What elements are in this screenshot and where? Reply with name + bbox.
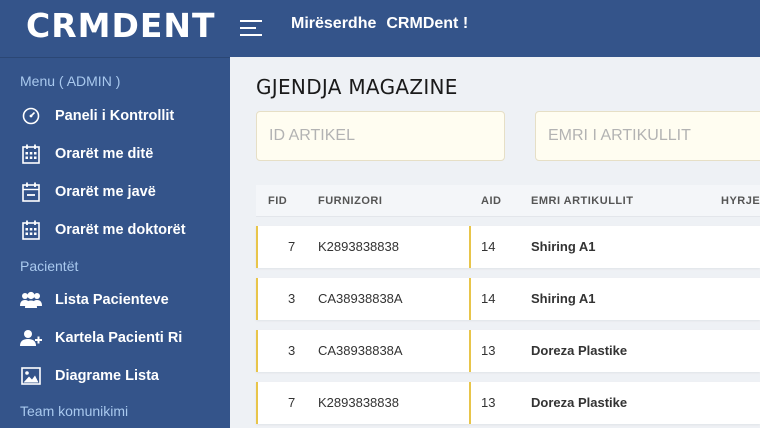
greeting-brand: CRMDent ! <box>386 15 469 32</box>
sidebar-item-patient-list[interactable]: Lista Pacienteve <box>0 282 230 318</box>
image-icon <box>20 365 42 387</box>
cell-aid: 14 <box>481 239 496 254</box>
user-plus-icon <box>20 327 42 349</box>
dashboard-icon <box>20 105 42 127</box>
sidebar-item-label: Kartela Pacienti Ri <box>55 330 183 346</box>
column-header-aid[interactable]: AID <box>481 195 501 207</box>
cell-aid: 14 <box>481 291 496 306</box>
main-content: GJENDJA MAGAZINE ID ARTIKEL EMRI I ARTIK… <box>230 57 760 428</box>
sidebar-item-label: Diagrame Lista <box>55 368 159 384</box>
cell-article-name: Shiring A1 <box>531 291 596 306</box>
table-row[interactable]: 7 K2893838838 13 Doreza Plastike <box>256 382 760 424</box>
page-title: GJENDJA MAGAZINE <box>256 75 458 99</box>
article-name-placeholder: EMRI I ARTIKULLIT <box>548 127 691 144</box>
cell-aid: 13 <box>481 395 496 410</box>
row-accent <box>256 382 258 424</box>
sidebar-item-label: Orarët me javë <box>55 184 156 200</box>
sidebar-item-weekly-schedule[interactable]: Orarët me javë <box>0 174 230 210</box>
sidebar-item-dashboard[interactable]: Paneli i Kontrollit <box>0 98 230 134</box>
sidebar-section-patients: Pacientët <box>20 258 79 274</box>
row-divider <box>469 382 471 424</box>
cell-fid: 3 <box>288 291 296 306</box>
cell-supplier: CA38938838A <box>318 343 403 358</box>
row-divider <box>469 330 471 372</box>
cell-fid: 7 <box>288 395 296 410</box>
sidebar-item-label: Paneli i Kontrollit <box>55 108 175 124</box>
article-id-filter[interactable]: ID ARTIKEL <box>256 111 505 161</box>
row-accent <box>256 226 258 268</box>
cell-fid: 3 <box>288 343 296 358</box>
welcome-message: Mirëserdhe CRMDent ! <box>291 14 468 34</box>
sidebar-section-team: Team komunikimi <box>20 403 129 419</box>
cell-article-name: Doreza Plastike <box>531 343 628 358</box>
cell-fid: 7 <box>288 239 296 254</box>
sidebar-item-daily-schedule[interactable]: Orarët me ditë <box>0 136 230 172</box>
column-header-article-name[interactable]: EMRI ARTIKULLIT <box>531 195 633 207</box>
hamburger-menu-icon[interactable] <box>240 18 262 36</box>
calendar-week-icon <box>20 181 42 203</box>
cell-supplier: CA38938838A <box>318 291 403 306</box>
app-logo[interactable]: CRMDENT <box>26 6 216 46</box>
sidebar-item-label: Orarët me doktorët <box>55 222 186 238</box>
row-divider <box>469 226 471 268</box>
sidebar-item-new-patient-card[interactable]: Kartela Pacienti Ri <box>0 320 230 356</box>
table-row[interactable]: 3 CA38938838A 13 Doreza Plastike <box>256 330 760 372</box>
cell-supplier: K2893838838 <box>318 239 399 254</box>
column-header-supplier[interactable]: FURNIZORI <box>318 195 382 207</box>
sidebar-item-diagram-list[interactable]: Diagrame Lista <box>0 358 230 394</box>
column-header-fid[interactable]: FID <box>268 195 287 207</box>
sidebar: Menu ( ADMIN ) Paneli i Kontrollit Orarë… <box>0 57 230 428</box>
calendar-icon <box>20 219 42 241</box>
top-bar: CRMDENT Mirëserdhe CRMDent ! <box>0 0 760 57</box>
article-name-filter[interactable]: EMRI I ARTIKULLIT <box>535 111 760 161</box>
table-header: FID FURNIZORI AID EMRI ARTIKULLIT HYRJE <box>256 185 760 217</box>
sidebar-item-label: Orarët me ditë <box>55 146 154 162</box>
cell-article-name: Doreza Plastike <box>531 395 628 410</box>
row-accent <box>256 278 258 320</box>
column-header-entry[interactable]: HYRJE <box>721 195 760 207</box>
greeting-text: Mirëserdhe <box>291 15 377 32</box>
table-row[interactable]: 7 K2893838838 14 Shiring A1 <box>256 226 760 268</box>
row-divider <box>469 278 471 320</box>
row-accent <box>256 330 258 372</box>
table-row[interactable]: 3 CA38938838A 14 Shiring A1 <box>256 278 760 320</box>
calendar-icon <box>20 143 42 165</box>
users-icon <box>20 289 42 311</box>
sidebar-item-doctor-schedule[interactable]: Orarët me doktorët <box>0 212 230 248</box>
sidebar-section-menu: Menu ( ADMIN ) <box>20 73 121 89</box>
article-id-placeholder: ID ARTIKEL <box>269 127 355 144</box>
cell-article-name: Shiring A1 <box>531 239 596 254</box>
cell-aid: 13 <box>481 343 496 358</box>
cell-supplier: K2893838838 <box>318 395 399 410</box>
sidebar-item-label: Lista Pacienteve <box>55 292 169 308</box>
